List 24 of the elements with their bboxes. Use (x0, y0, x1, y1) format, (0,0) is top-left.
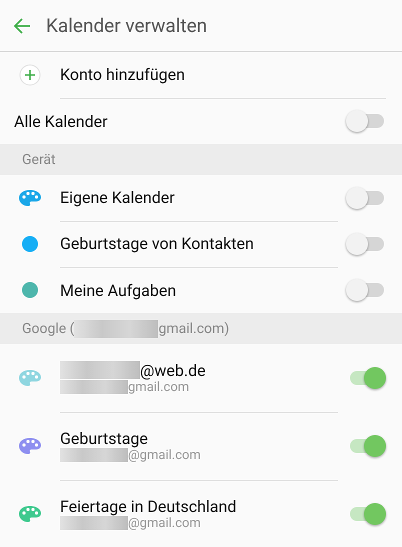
calendar-name: Meine Aufgaben (60, 280, 176, 300)
redaction-block (60, 516, 128, 530)
screen-title: Kalender verwalten (46, 14, 208, 37)
calendar-name: Eigene Kalender (60, 188, 175, 207)
section-header: gmail.com) (158, 320, 230, 336)
toggle-switch[interactable] (346, 278, 386, 302)
section-header: Google ( (22, 320, 74, 336)
calendar-name: Geburtstage (60, 428, 148, 448)
calendar-name: @web.de (140, 360, 206, 380)
account-email: @gmail.com (128, 448, 201, 462)
redaction-block (60, 448, 128, 462)
toggle-switch[interactable] (346, 186, 386, 210)
toggle-switch[interactable] (346, 109, 386, 133)
section-header: Gerät (22, 152, 56, 168)
add-icon[interactable] (19, 64, 41, 86)
add-account-link[interactable]: Konto hinzufügen (60, 65, 185, 84)
redaction-block (60, 380, 128, 394)
calendar-name: Geburtstage von Kontakten (60, 234, 254, 253)
account-email: gmail.com (128, 380, 190, 394)
all-calendars-label: Alle Kalender (14, 112, 108, 130)
toggle-switch[interactable] (346, 232, 386, 256)
account-email: @gmail.com (128, 516, 201, 530)
back-icon[interactable] (12, 16, 32, 36)
calendar-name: Feiertage in Deutschland (60, 496, 236, 516)
